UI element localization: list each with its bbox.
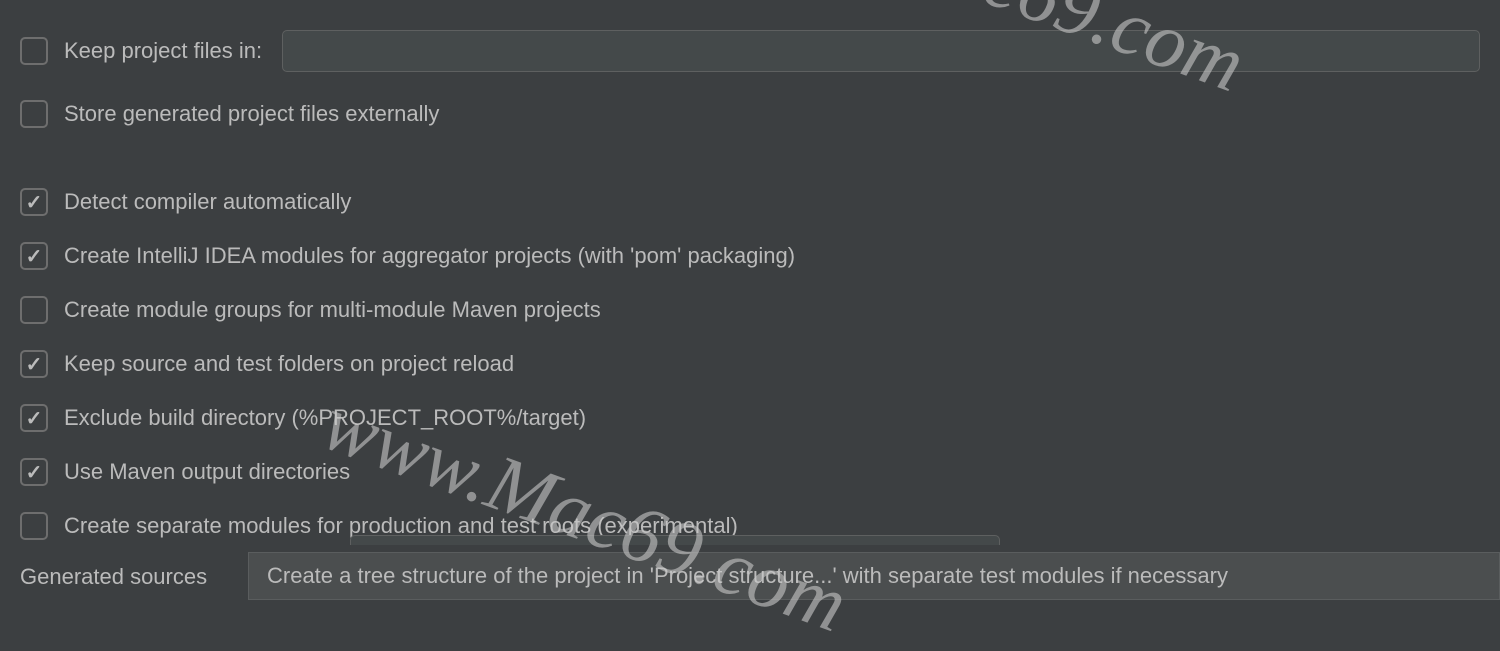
generated-sources-label: Generated sources <box>20 564 207 590</box>
create-module-groups-label: Create module groups for multi-module Ma… <box>64 297 601 323</box>
section-spacer <box>20 156 1480 186</box>
create-separate-modules-checkbox[interactable] <box>20 512 48 540</box>
keep-project-files-row: Keep project files in: <box>20 30 1480 72</box>
use-maven-output-label: Use Maven output directories <box>64 459 350 485</box>
keep-project-files-checkbox[interactable] <box>20 37 48 65</box>
use-maven-output-checkbox[interactable] <box>20 458 48 486</box>
use-maven-output-row: Use Maven output directories <box>20 456 1480 488</box>
keep-project-files-label: Keep project files in: <box>64 38 262 64</box>
exclude-build-dir-row: Exclude build directory (%PROJECT_ROOT%/… <box>20 402 1480 434</box>
detect-compiler-row: Detect compiler automatically <box>20 186 1480 218</box>
exclude-build-dir-label: Exclude build directory (%PROJECT_ROOT%/… <box>64 405 586 431</box>
detect-compiler-checkbox[interactable] <box>20 188 48 216</box>
create-intellij-modules-label: Create IntelliJ IDEA modules for aggrega… <box>64 243 795 269</box>
store-externally-label: Store generated project files externally <box>64 101 439 127</box>
generated-sources-dropdown-partial[interactable] <box>350 535 1000 545</box>
store-externally-checkbox[interactable] <box>20 100 48 128</box>
keep-source-test-row: Keep source and test folders on project … <box>20 348 1480 380</box>
keep-source-test-checkbox[interactable] <box>20 350 48 378</box>
store-externally-row: Store generated project files externally <box>20 98 1480 130</box>
detect-compiler-label: Detect compiler automatically <box>64 189 351 215</box>
tooltip: Create a tree structure of the project i… <box>248 552 1500 600</box>
create-module-groups-checkbox[interactable] <box>20 296 48 324</box>
create-intellij-modules-checkbox[interactable] <box>20 242 48 270</box>
keep-source-test-label: Keep source and test folders on project … <box>64 351 514 377</box>
tooltip-text: Create a tree structure of the project i… <box>267 563 1228 588</box>
keep-project-files-input[interactable] <box>282 30 1480 72</box>
create-module-groups-row: Create module groups for multi-module Ma… <box>20 294 1480 326</box>
create-intellij-modules-row: Create IntelliJ IDEA modules for aggrega… <box>20 240 1480 272</box>
exclude-build-dir-checkbox[interactable] <box>20 404 48 432</box>
